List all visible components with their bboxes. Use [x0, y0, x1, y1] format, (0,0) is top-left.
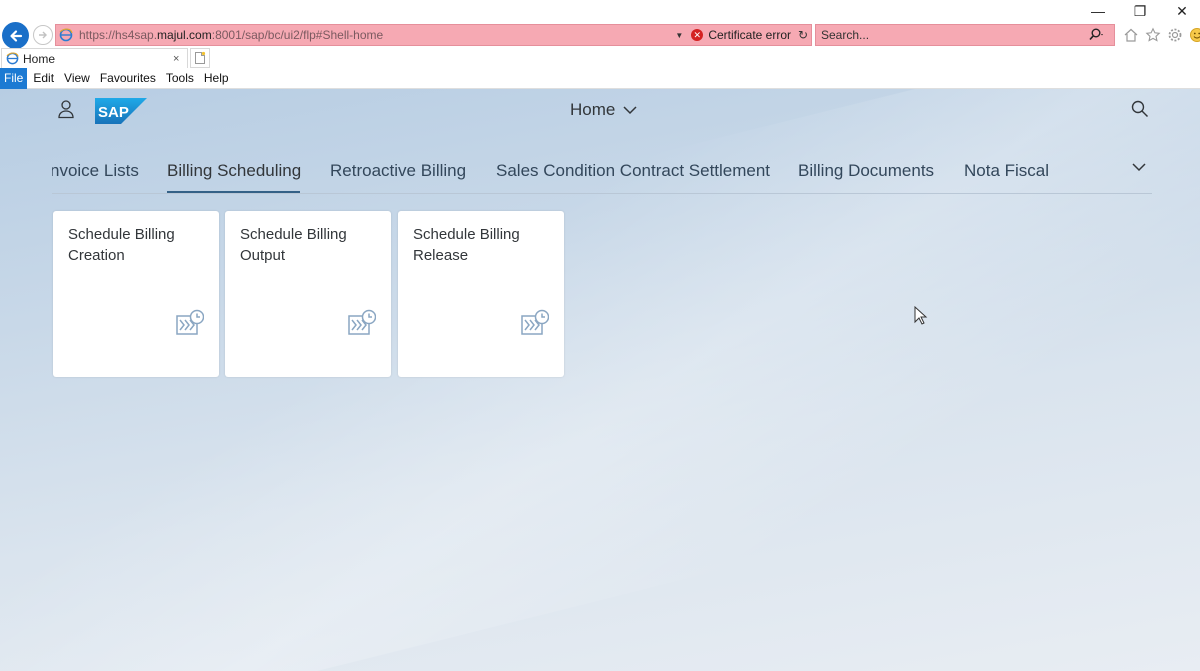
browser-tab-bar: Home ×: [0, 48, 1200, 68]
browser-tab-label: Home: [23, 51, 56, 66]
browser-tab-home[interactable]: Home ×: [1, 48, 188, 68]
minimize-button[interactable]: —: [1088, 3, 1108, 20]
back-button[interactable]: [2, 22, 29, 49]
refresh-icon[interactable]: ↻: [795, 28, 811, 42]
tab-nota-fiscal[interactable]: Nota Fiscal: [964, 161, 1049, 181]
menu-tools[interactable]: Tools: [162, 68, 198, 89]
tile-schedule-billing-release[interactable]: Schedule Billing Release: [398, 211, 564, 377]
url-suffix: :8001/sap/bc/ui2/flp#Shell-home: [211, 28, 384, 42]
settings-gear-icon[interactable]: [1166, 26, 1183, 43]
sap-logo-text: SAP: [98, 104, 129, 121]
menu-file[interactable]: File: [0, 67, 28, 89]
chevron-down-icon: [623, 105, 637, 114]
mouse-cursor-icon: [914, 306, 928, 325]
tile-schedule-billing-output[interactable]: Schedule Billing Output: [225, 211, 391, 377]
new-tab-button[interactable]: [190, 48, 210, 68]
certificate-error-label: Certificate error: [708, 28, 791, 42]
menu-edit[interactable]: Edit: [29, 68, 58, 89]
shell-title-menu[interactable]: Home: [570, 100, 637, 120]
schedule-billing-icon: [521, 309, 549, 335]
browser-right-icons: [1122, 26, 1200, 43]
more-tabs-chevron-icon[interactable]: [1131, 161, 1147, 173]
browser-menu-bar: File Edit View Favourites Tools Help: [0, 67, 1200, 89]
schedule-billing-icon: [176, 309, 204, 335]
forward-button[interactable]: [33, 25, 53, 45]
home-icon[interactable]: [1122, 26, 1139, 43]
search-placeholder: Search...: [821, 28, 870, 42]
tab-sales-condition-contract-settlement[interactable]: Sales Condition Contract Settlement: [496, 161, 770, 181]
address-dropdown-icon[interactable]: ▼: [675, 31, 689, 40]
close-window-button[interactable]: ✕: [1172, 3, 1192, 20]
ie-page-icon: [59, 28, 73, 42]
tile-title: Schedule Billing Output: [240, 226, 347, 264]
certificate-error[interactable]: ✕ Certificate error: [689, 28, 791, 42]
window-controls: — ❐ ✕: [1088, 3, 1192, 20]
tab-billing-documents[interactable]: Billing Documents: [798, 161, 934, 181]
menu-help[interactable]: Help: [200, 68, 233, 89]
search-icon[interactable]: [1131, 100, 1149, 118]
close-tab-icon[interactable]: ×: [173, 53, 187, 65]
browser-toolbar: — ❐ ✕ https://hs4sap.majul.com:8001/sap/…: [0, 0, 1200, 49]
tab-invoice-lists[interactable]: nvoice Lists: [52, 161, 139, 181]
user-icon[interactable]: [56, 99, 76, 119]
fiori-launchpad: SAP Home nvoice Lists Billing Scheduling…: [0, 89, 1200, 671]
tile-schedule-billing-creation[interactable]: Schedule Billing Creation: [53, 211, 219, 377]
tile-title: Schedule Billing Creation: [68, 226, 175, 264]
url-host: majul.com: [157, 28, 212, 42]
shell-title: Home: [570, 100, 616, 119]
restore-button[interactable]: ❐: [1130, 3, 1150, 20]
favorites-star-icon[interactable]: [1144, 26, 1161, 43]
selected-tab-indicator: [167, 191, 300, 193]
schedule-billing-icon: [348, 309, 376, 335]
tile-title: Schedule Billing Release: [413, 226, 520, 264]
browser-search-box[interactable]: Search...: [815, 24, 1115, 46]
arrow-left-icon: [9, 29, 22, 42]
sap-logo[interactable]: SAP: [95, 98, 147, 124]
ie-tab-icon: [6, 52, 19, 65]
search-icon[interactable]: [1088, 28, 1114, 42]
smiley-feedback-icon[interactable]: [1188, 26, 1200, 43]
new-tab-icon: [195, 51, 206, 64]
menu-favourites[interactable]: Favourites: [96, 68, 160, 89]
url-prefix: https://hs4sap.: [79, 28, 158, 42]
tab-retroactive-billing[interactable]: Retroactive Billing: [330, 161, 466, 181]
error-icon: ✕: [691, 29, 704, 41]
group-tab-bar: nvoice Lists Billing Scheduling Retroact…: [52, 149, 1152, 194]
tab-billing-scheduling[interactable]: Billing Scheduling: [167, 161, 301, 181]
url-text[interactable]: https://hs4sap.majul.com:8001/sap/bc/ui2…: [79, 28, 675, 42]
menu-view[interactable]: View: [60, 68, 94, 89]
address-bar[interactable]: https://hs4sap.majul.com:8001/sap/bc/ui2…: [55, 24, 812, 46]
arrow-right-icon: [39, 31, 47, 39]
